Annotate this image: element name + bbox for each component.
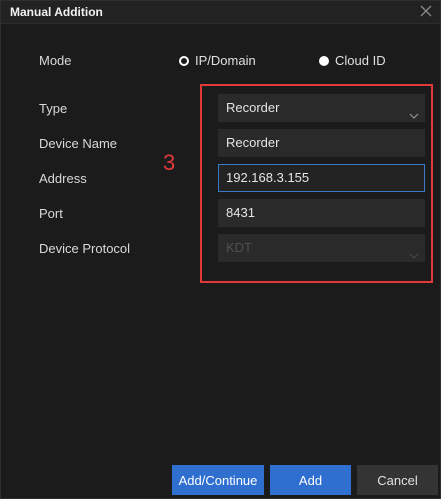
type-label: Type [39, 101, 68, 116]
device-protocol-label: Device Protocol [39, 241, 131, 256]
chevron-down-icon [409, 243, 419, 259]
annotation-number: 3 [163, 150, 176, 175]
manual-addition-dialog: Manual Addition Mode IP/Domain Cloud ID … [0, 0, 441, 499]
address-field[interactable]: 192.168.3.155 [218, 164, 425, 192]
mode-option-cloud-id[interactable]: Cloud ID [319, 53, 386, 68]
mode-option-label: Cloud ID [335, 53, 386, 68]
address-value: 192.168.3.155 [226, 170, 310, 185]
mode-option-label: IP/Domain [195, 53, 256, 68]
mode-label: Mode [39, 53, 72, 68]
add-continue-button[interactable]: Add/Continue [172, 465, 264, 495]
device-protocol-value: KDT [226, 240, 252, 255]
port-field[interactable]: 8431 [218, 199, 425, 227]
chevron-down-icon [409, 103, 419, 119]
port-label: Port [39, 206, 63, 221]
device-protocol-select: KDT [218, 234, 425, 262]
close-icon[interactable] [418, 3, 434, 19]
mode-option-ip-domain[interactable]: IP/Domain [179, 53, 256, 68]
dialog-title: Manual Addition [10, 5, 103, 19]
device-name-value: Recorder [226, 135, 280, 150]
radio-unselected-icon [319, 55, 329, 66]
type-value: Recorder [226, 100, 280, 115]
add-button[interactable]: Add [270, 465, 351, 495]
radio-selected-icon [179, 55, 189, 66]
type-select[interactable]: Recorder [218, 94, 425, 122]
dialog-titlebar: Manual Addition [1, 1, 440, 24]
device-name-field[interactable]: Recorder [218, 129, 425, 157]
cancel-button[interactable]: Cancel [357, 465, 438, 495]
device-name-label: Device Name [39, 136, 118, 151]
port-value: 8431 [226, 205, 255, 220]
address-label: Address [39, 171, 87, 186]
